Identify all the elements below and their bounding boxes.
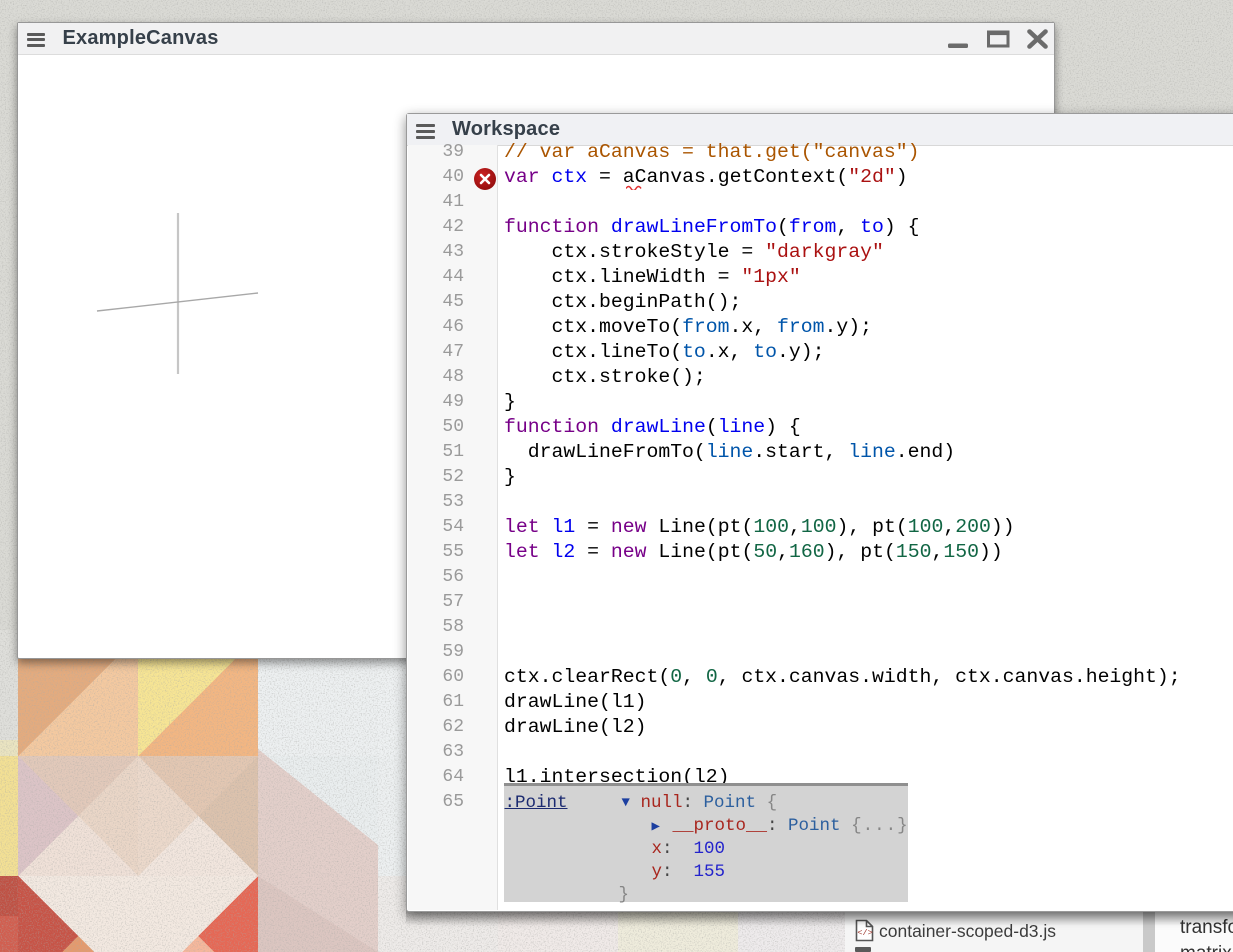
svg-text:</>: </> [857, 928, 872, 938]
